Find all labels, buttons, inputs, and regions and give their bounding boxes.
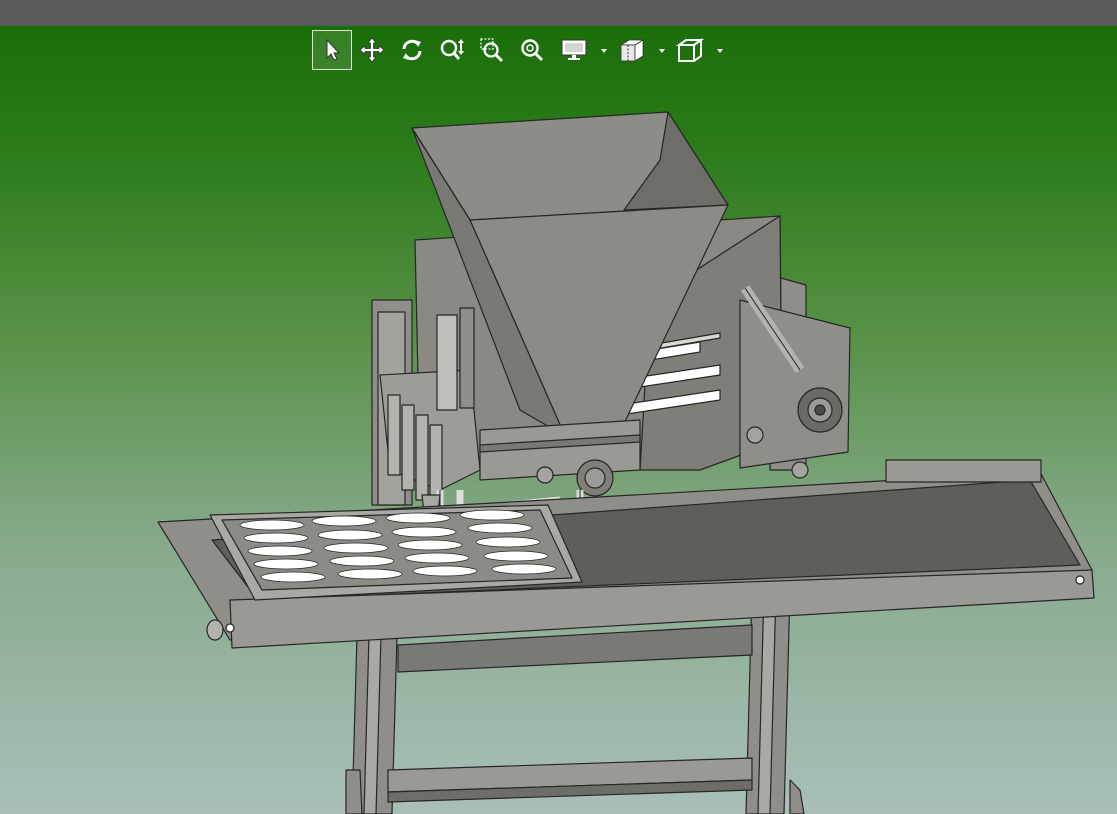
manifold: [479, 419, 641, 497]
title-bar: [0, 0, 1117, 26]
3d-viewport[interactable]: [0, 26, 1117, 814]
depositor-machine-model[interactable]: [0, 26, 1117, 814]
